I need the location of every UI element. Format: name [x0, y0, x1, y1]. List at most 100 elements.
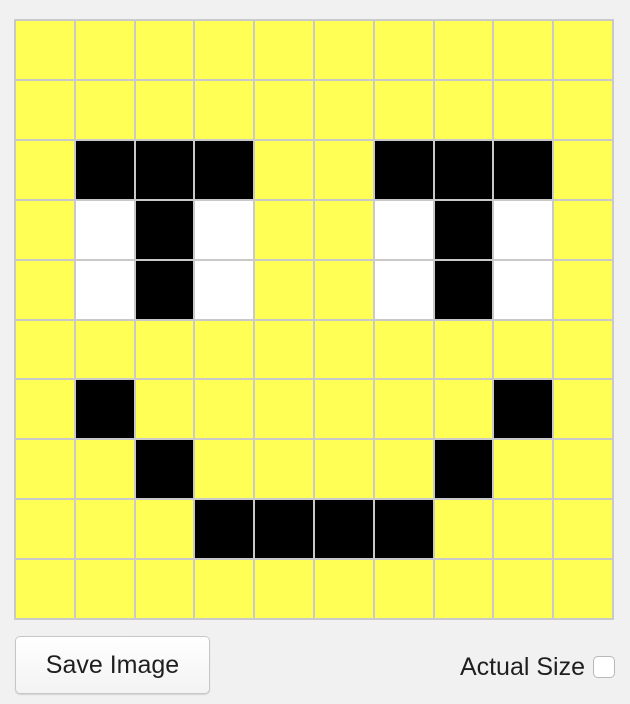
pixel-cell[interactable]	[194, 139, 255, 200]
actual-size-control[interactable]: Actual Size	[460, 652, 615, 682]
pixel-cell[interactable]	[433, 319, 494, 380]
pixel-cell[interactable]	[553, 139, 613, 200]
pixel-cell[interactable]	[254, 259, 314, 320]
pixel-cell[interactable]	[15, 499, 75, 560]
pixel-cell[interactable]	[15, 439, 75, 500]
pixel-cell[interactable]	[194, 319, 255, 380]
pixel-cell[interactable]	[553, 439, 613, 500]
pixel-cell[interactable]	[553, 20, 613, 80]
pixel-cell[interactable]	[194, 499, 255, 560]
pixel-cell[interactable]	[134, 79, 195, 140]
pixel-cell[interactable]	[74, 20, 135, 80]
pixel-cell[interactable]	[433, 439, 494, 500]
pixel-cell[interactable]	[313, 139, 374, 200]
pixel-cell[interactable]	[313, 319, 374, 380]
pixel-cell[interactable]	[74, 439, 135, 500]
pixel-cell[interactable]	[373, 439, 434, 500]
pixel-cell[interactable]	[134, 439, 195, 500]
pixel-cell[interactable]	[15, 319, 75, 380]
pixel-cell[interactable]	[313, 499, 374, 560]
pixel-cell[interactable]	[433, 259, 494, 320]
pixel-cell[interactable]	[254, 559, 314, 619]
pixel-cell[interactable]	[493, 139, 554, 200]
pixel-cell[interactable]	[433, 499, 494, 560]
pixel-cell[interactable]	[493, 20, 554, 80]
pixel-cell[interactable]	[433, 199, 494, 260]
pixel-cell[interactable]	[433, 559, 494, 619]
pixel-cell[interactable]	[15, 20, 75, 80]
pixel-cell[interactable]	[15, 379, 75, 440]
pixel-cell[interactable]	[553, 559, 613, 619]
pixel-cell[interactable]	[553, 499, 613, 560]
pixel-cell[interactable]	[373, 79, 434, 140]
pixel-cell[interactable]	[493, 499, 554, 560]
pixel-cell[interactable]	[134, 199, 195, 260]
pixel-cell[interactable]	[433, 379, 494, 440]
pixel-cell[interactable]	[373, 379, 434, 440]
pixel-cell[interactable]	[74, 559, 135, 619]
pixel-cell[interactable]	[433, 139, 494, 200]
pixel-cell[interactable]	[493, 79, 554, 140]
pixel-cell[interactable]	[553, 79, 613, 140]
pixel-cell[interactable]	[373, 199, 434, 260]
pixel-cell[interactable]	[373, 319, 434, 380]
pixel-cell[interactable]	[493, 319, 554, 380]
pixel-cell[interactable]	[194, 20, 255, 80]
pixel-cell[interactable]	[254, 139, 314, 200]
pixel-cell[interactable]	[254, 439, 314, 500]
pixel-cell[interactable]	[134, 139, 195, 200]
pixel-cell[interactable]	[194, 79, 255, 140]
pixel-cell[interactable]	[313, 199, 374, 260]
pixel-cell[interactable]	[493, 439, 554, 500]
pixel-cell[interactable]	[74, 379, 135, 440]
pixel-cell[interactable]	[373, 559, 434, 619]
pixel-cell[interactable]	[134, 379, 195, 440]
pixel-cell[interactable]	[134, 20, 195, 80]
pixel-cell[interactable]	[74, 79, 135, 140]
pixel-cell[interactable]	[194, 439, 255, 500]
pixel-cell[interactable]	[15, 199, 75, 260]
pixel-cell[interactable]	[373, 139, 434, 200]
pixel-cell[interactable]	[553, 319, 613, 380]
pixel-cell[interactable]	[194, 199, 255, 260]
pixel-cell[interactable]	[74, 319, 135, 380]
pixel-cell[interactable]	[433, 20, 494, 80]
pixel-cell[interactable]	[373, 259, 434, 320]
pixel-cell[interactable]	[493, 199, 554, 260]
pixel-cell[interactable]	[553, 379, 613, 440]
pixel-cell[interactable]	[194, 559, 255, 619]
pixel-cell[interactable]	[134, 499, 195, 560]
pixel-cell[interactable]	[493, 259, 554, 320]
pixel-cell[interactable]	[553, 259, 613, 320]
pixel-cell[interactable]	[134, 559, 195, 619]
pixel-cell[interactable]	[433, 79, 494, 140]
pixel-cell[interactable]	[313, 379, 374, 440]
pixel-cell[interactable]	[15, 559, 75, 619]
pixel-cell[interactable]	[254, 499, 314, 560]
pixel-cell[interactable]	[254, 319, 314, 380]
pixel-cell[interactable]	[553, 199, 613, 260]
pixel-cell[interactable]	[313, 439, 374, 500]
pixel-cell[interactable]	[254, 199, 314, 260]
pixel-cell[interactable]	[15, 139, 75, 200]
pixel-cell[interactable]	[313, 79, 374, 140]
pixel-cell[interactable]	[493, 379, 554, 440]
pixel-cell[interactable]	[254, 379, 314, 440]
actual-size-checkbox[interactable]	[593, 656, 615, 678]
pixel-cell[interactable]	[194, 379, 255, 440]
pixel-cell[interactable]	[74, 499, 135, 560]
pixel-cell[interactable]	[134, 319, 195, 380]
pixel-cell[interactable]	[373, 499, 434, 560]
pixel-cell[interactable]	[254, 79, 314, 140]
save-image-button[interactable]: Save Image	[15, 636, 210, 694]
pixel-cell[interactable]	[74, 259, 135, 320]
pixel-cell[interactable]	[74, 139, 135, 200]
pixel-cell[interactable]	[134, 259, 195, 320]
pixel-cell[interactable]	[313, 559, 374, 619]
pixel-cell[interactable]	[373, 20, 434, 80]
pixel-cell[interactable]	[493, 559, 554, 619]
pixel-cell[interactable]	[313, 259, 374, 320]
pixel-cell[interactable]	[313, 20, 374, 80]
pixel-cell[interactable]	[15, 79, 75, 140]
pixel-cell[interactable]	[254, 20, 314, 80]
